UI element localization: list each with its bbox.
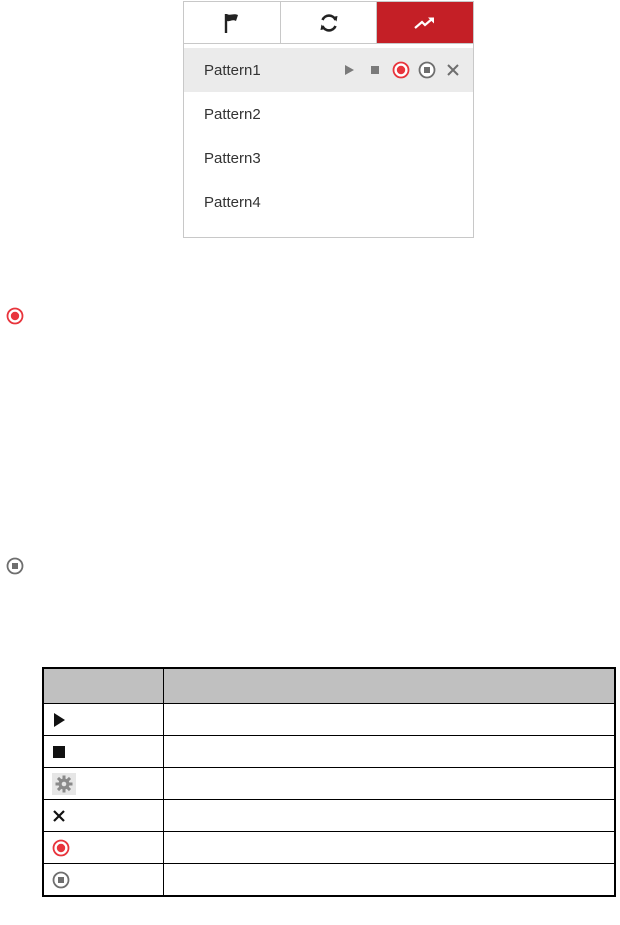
- pattern-list: Pattern1 Pattern2 Pattern3 Pattern4: [184, 44, 473, 224]
- table-header-cell: [42, 667, 164, 704]
- record-start-icon-standalone: [5, 306, 25, 326]
- stop-icon: [53, 745, 65, 758]
- pattern-label: Pattern1: [204, 61, 261, 79]
- description-cell: [163, 703, 616, 736]
- pattern-panel: Pattern1 Pattern2 Pattern3 Pattern4: [183, 1, 474, 238]
- icon-cell: [42, 735, 164, 768]
- table-row: [42, 863, 616, 897]
- pattern-label: Pattern2: [204, 105, 261, 123]
- stop-icon: [371, 66, 379, 74]
- table-header-row: [42, 667, 616, 704]
- description-cell: [163, 767, 616, 800]
- icon-reference-table: [42, 667, 616, 897]
- record-start-icon: [52, 839, 70, 856]
- table-header-cell: [163, 667, 616, 704]
- delete-icon: [53, 809, 65, 822]
- trend-arrow-icon: [414, 17, 435, 29]
- play-icon: [54, 712, 65, 727]
- list-item[interactable]: Pattern4: [184, 180, 473, 224]
- ptz-tab-bar: [184, 2, 474, 44]
- stop-button[interactable]: [363, 58, 387, 82]
- record-start-button[interactable]: [389, 58, 413, 82]
- play-icon: [345, 65, 354, 75]
- play-button[interactable]: [337, 58, 361, 82]
- icon-cell: [42, 863, 164, 897]
- pattern-label: Pattern3: [204, 149, 261, 167]
- list-item[interactable]: Pattern1: [184, 48, 473, 92]
- record-stop-icon: [418, 61, 436, 79]
- gear-icon: [55, 775, 73, 792]
- delete-button[interactable]: [441, 58, 465, 82]
- record-start-icon: [6, 307, 24, 325]
- tab-preset[interactable]: [184, 2, 281, 43]
- list-item[interactable]: Pattern3: [184, 136, 473, 180]
- flag-icon: [224, 13, 238, 33]
- icon-cell: [42, 767, 164, 800]
- list-item[interactable]: Pattern2: [184, 92, 473, 136]
- table-row: [42, 735, 616, 768]
- description-cell: [163, 735, 616, 768]
- record-stop-icon-standalone: [5, 556, 25, 576]
- tab-patrol[interactable]: [280, 2, 378, 43]
- description-cell: [163, 799, 616, 832]
- description-cell: [163, 863, 616, 897]
- description-cell: [163, 831, 616, 864]
- table-row: [42, 767, 616, 800]
- refresh-icon: [320, 13, 337, 32]
- record-stop-icon: [6, 557, 24, 575]
- pattern-actions: [335, 58, 473, 82]
- table-row: [42, 831, 616, 864]
- record-stop-button[interactable]: [415, 58, 439, 82]
- icon-cell: [42, 831, 164, 864]
- icon-cell: [42, 799, 164, 832]
- record-start-icon: [392, 61, 410, 79]
- table-row: [42, 703, 616, 736]
- pattern-label: Pattern4: [204, 193, 261, 211]
- record-stop-icon: [52, 871, 70, 888]
- icon-cell: [42, 703, 164, 736]
- delete-icon: [447, 64, 459, 76]
- tab-pattern[interactable]: [377, 2, 474, 43]
- table-row: [42, 799, 616, 832]
